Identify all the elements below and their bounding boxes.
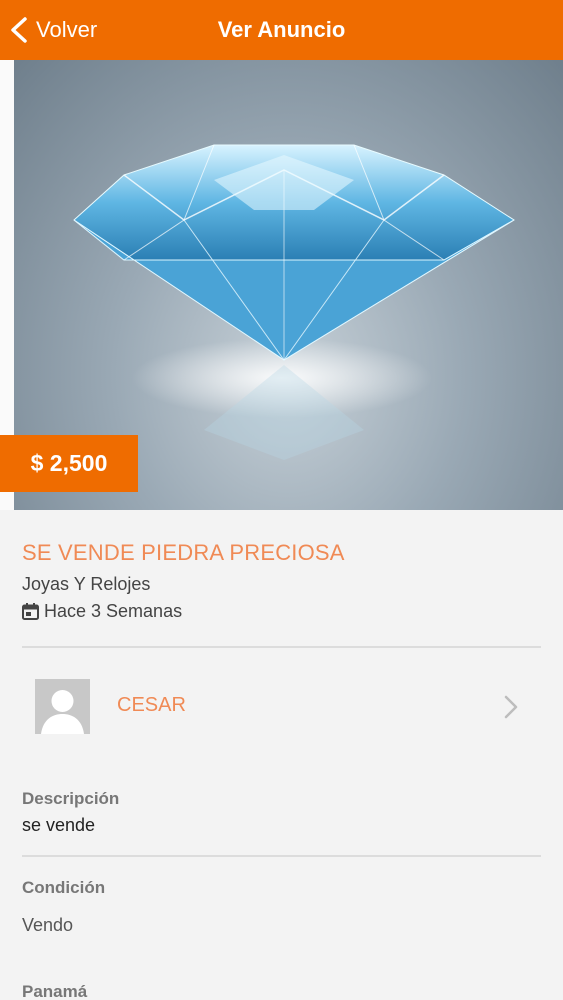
seller-name: CESAR	[117, 694, 186, 716]
location-label: Panamá	[22, 982, 88, 1000]
listing-title: SE VENDE PIEDRA PRECIOSA	[22, 540, 345, 565]
listing-date: Hace 3 Semanas	[22, 601, 182, 622]
back-button[interactable]: Volver	[8, 0, 97, 60]
user-placeholder-icon	[35, 679, 90, 734]
listing-category: Joyas Y Relojes	[22, 574, 151, 594]
divider	[22, 646, 541, 648]
listing-date-text: Hace 3 Semanas	[44, 601, 183, 621]
calendar-icon	[22, 603, 39, 620]
divider	[22, 855, 541, 857]
condition-value: Vendo	[22, 915, 74, 935]
description-label: Descripción	[22, 789, 120, 808]
chevron-left-icon	[11, 17, 27, 43]
top-app-bar: Volver Ver Anuncio	[0, 0, 563, 60]
condition-label: Condición	[22, 878, 106, 897]
back-button-label: Volver	[36, 17, 98, 42]
price-badge: $ 2,500	[0, 435, 138, 492]
description-value: se vende	[22, 815, 96, 835]
chevron-right-icon	[504, 695, 518, 719]
page-title: Ver Anuncio	[217, 17, 346, 42]
seller-row[interactable]: CESAR	[22, 670, 541, 744]
